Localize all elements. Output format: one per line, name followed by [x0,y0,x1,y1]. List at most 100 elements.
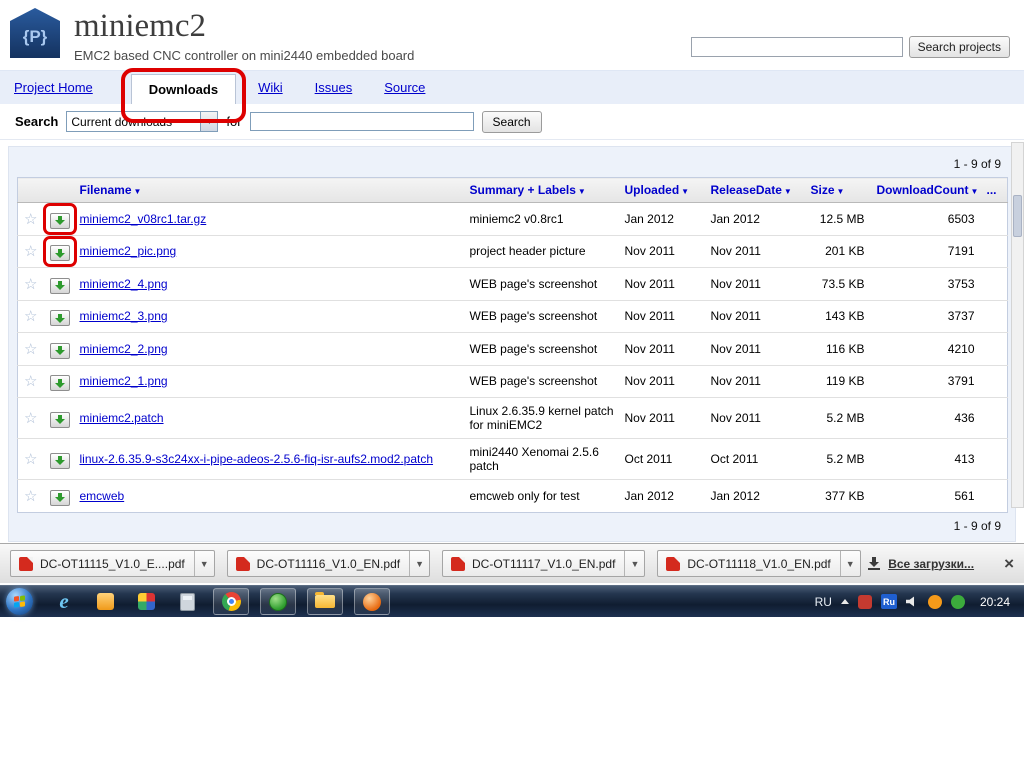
orange-square-app-icon[interactable] [90,589,120,615]
project-subtitle: EMC2 based CNC controller on mini2440 em… [74,48,415,63]
star-icon[interactable]: ☆ [24,243,37,260]
file-releasedate: Jan 2012 [706,202,807,236]
shelf-item-menu-arrow-icon[interactable]: ▼ [193,551,214,576]
file-summary: emcweb only for test [469,488,580,503]
close-shelf-icon[interactable]: × [1004,555,1014,572]
file-link[interactable]: miniemc2_v08rc1.tar.gz [80,212,207,226]
project-logo-glyph: {P} [22,27,48,46]
download-icon[interactable] [49,342,70,359]
show-all-downloads-link[interactable]: Все загрузки... [888,557,974,571]
star-icon[interactable]: ☆ [24,276,37,293]
orange-app-taskbar-button[interactable] [354,588,390,615]
file-uploaded: Oct 2011 [620,438,707,480]
file-size: 377 KB [825,488,865,503]
download-shelf-item[interactable]: DC-OT11118_V1.0_EN.pdf ▼ [657,550,861,577]
project-logo: {P} [10,8,60,58]
star-icon[interactable]: ☆ [24,373,37,390]
pdf-icon [451,556,466,571]
for-label: for [226,114,242,129]
file-link[interactable]: miniemc2_2.png [80,342,168,356]
file-size: 5.2 MB [806,397,873,439]
file-link[interactable]: miniemc2.patch [80,411,164,425]
download-icon[interactable] [49,452,70,469]
internet-explorer-icon[interactable]: e [49,589,79,615]
column-header-summary[interactable]: Summary + Labels ▼ [470,183,586,197]
show-hidden-icons-icon[interactable] [840,599,849,604]
download-icon[interactable] [49,411,70,428]
pdf-icon [235,556,250,571]
scrollbar-thumb[interactable] [1013,195,1022,237]
tray-green-icon[interactable] [950,594,965,609]
star-icon[interactable]: ☆ [24,410,37,427]
tab-downloads[interactable]: Downloads [130,74,237,104]
chrome-taskbar-button[interactable] [213,588,249,615]
row-more-cell [982,202,1008,236]
shelf-item-menu-arrow-icon[interactable]: ▼ [624,551,644,576]
tray-red-icon[interactable] [857,594,872,609]
download-icon[interactable] [49,310,70,326]
search-projects-button[interactable]: Search projects [908,36,1010,58]
column-header-filename[interactable]: Filename ▼ [80,183,142,197]
tab-source[interactable]: Source [384,80,425,104]
download-icon[interactable] [49,375,70,391]
sort-arrow-icon: ▼ [133,187,142,196]
column-header-downloadcount[interactable]: DownloadCount ▼ [877,183,979,197]
file-size: 143 KB [806,300,873,333]
tab-wiki[interactable]: Wiki [258,80,283,104]
calculator-icon[interactable] [172,589,202,615]
file-link[interactable]: miniemc2_pic.png [80,244,177,258]
download-icon[interactable] [49,277,70,294]
file-link[interactable]: emcweb [80,489,125,503]
file-releasedate: Oct 2011 [706,438,807,480]
file-link[interactable]: miniemc2_3.png [80,309,168,323]
star-icon[interactable]: ☆ [24,211,37,228]
volume-icon[interactable] [905,596,915,607]
download-icon[interactable] [49,489,70,506]
search-scope-select[interactable]: Current downloads ▼ [66,111,219,132]
page-scrollbar[interactable] [1011,142,1024,508]
shelf-item-label: DC-OT11118_V1.0_EN.pdf [687,556,831,571]
row-more-cell [982,365,1008,398]
download-icon[interactable] [49,212,70,229]
site-header: {P} miniemc2 EMC2 based CNC controller o… [0,0,1024,70]
windows-flag-icon [14,595,25,608]
file-link[interactable]: linux-2.6.35.9-s3c24xx-i-pipe-adeos-2.5.… [80,452,434,466]
row-more-cell [982,267,1008,301]
downloads-search-button[interactable]: Search [481,110,542,133]
star-icon[interactable]: ☆ [24,488,37,505]
column-header-releasedate[interactable]: ReleaseDate ▼ [711,183,792,197]
language-indicator[interactable]: RU [815,595,832,609]
orange-square-glyph [96,593,114,610]
screenshot-root: {P} miniemc2 EMC2 based CNC controller o… [0,0,1024,768]
download-shelf-item[interactable]: DC-OT11116_V1.0_EN.pdf ▼ [226,550,431,577]
start-button[interactable] [6,588,33,615]
download-icon[interactable] [49,245,70,261]
green-app-taskbar-button[interactable] [260,588,296,615]
tab-project-home[interactable]: Project Home [14,80,93,104]
shelf-item-menu-arrow-icon[interactable]: ▼ [839,551,860,576]
tab-issues[interactable]: Issues [315,80,353,104]
file-link[interactable]: miniemc2_4.png [80,277,168,291]
explorer-taskbar-button[interactable] [307,588,343,615]
search-projects-input[interactable] [690,37,903,57]
download-shelf-item[interactable]: DC-OT11117_V1.0_EN.pdf ▼ [442,550,646,577]
tray-ru-badge-icon[interactable]: Ru [880,594,897,609]
downloads-search-input[interactable] [249,112,474,131]
shelf-item-menu-arrow-icon[interactable]: ▼ [409,551,429,576]
download-shelf-item[interactable]: DC-OT11115_V1.0_E....pdf ▼ [10,550,215,577]
clock[interactable]: 20:24 [980,595,1010,609]
tray-orange-icon[interactable] [927,594,942,609]
multicolor-app-icon[interactable] [131,589,161,615]
column-header-size[interactable]: Size ▼ [811,183,845,197]
file-summary: WEB page's screenshot [465,365,621,398]
file-summary: Linux 2.6.35.9 kernel patch for miniEMC2 [465,397,621,439]
column-header-uploaded[interactable]: Uploaded ▼ [625,183,690,197]
table-row: ☆ miniemc2_1.png WEB page's screenshot N… [17,365,1008,398]
star-icon[interactable]: ☆ [24,308,37,325]
star-icon[interactable]: ☆ [24,451,37,468]
multicolor-glyph [137,593,155,610]
column-header-more[interactable]: ... [987,183,997,197]
file-link[interactable]: miniemc2_1.png [80,374,168,388]
combo-dropdown-icon[interactable]: ▼ [200,112,218,131]
star-icon[interactable]: ☆ [24,341,37,358]
